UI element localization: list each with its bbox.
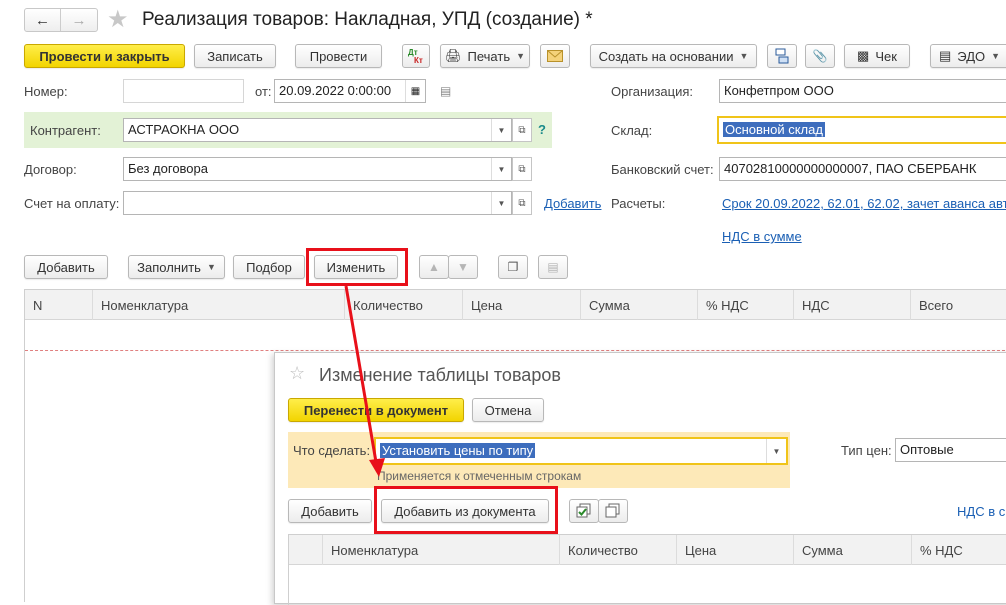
red-arrow <box>344 285 385 477</box>
